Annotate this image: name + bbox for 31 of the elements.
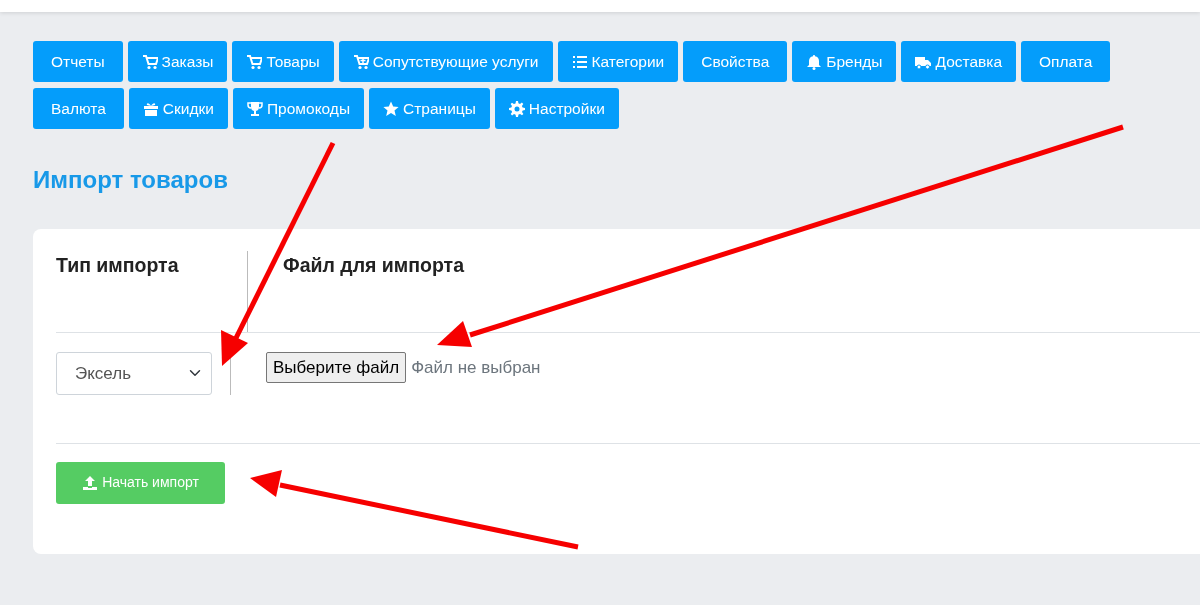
import-type-select[interactable]: Эксель <box>56 351 212 395</box>
list-icon <box>571 53 588 70</box>
nav-button[interactable]: Настройки <box>494 88 619 129</box>
nav-button[interactable]: Валюта <box>33 88 124 129</box>
nav-button[interactable]: Доставка <box>901 41 1017 82</box>
cart-icon <box>246 53 263 70</box>
bell-icon <box>806 53 823 70</box>
nav-button[interactable]: Категории <box>557 41 679 82</box>
nav-button[interactable]: Свойства <box>683 41 788 82</box>
start-import-button[interactable]: Начать импорт <box>56 461 225 504</box>
gift-icon <box>142 100 159 117</box>
trophy-icon <box>246 100 263 117</box>
upload-icon <box>82 474 99 491</box>
nav-button[interactable]: Товары <box>232 41 334 82</box>
nav-button[interactable]: Промокоды <box>232 88 365 129</box>
nav-button[interactable]: Сопутствующие услуги <box>338 41 553 82</box>
column-header: Файл для импорта <box>283 252 464 278</box>
nav-button[interactable]: Отчеты <box>33 41 123 82</box>
nav-button[interactable]: Заказы <box>127 41 228 82</box>
column-header: Тип импорта <box>56 252 180 278</box>
nav-button[interactable]: Оплата <box>1021 41 1111 82</box>
nav-button[interactable]: Страницы <box>369 88 490 129</box>
file-status: Файл не выбран <box>411 356 541 379</box>
settings-icon <box>508 100 525 117</box>
cart-icon <box>141 53 158 70</box>
page-title: Импорт товаров <box>33 166 229 195</box>
nav-button[interactable]: Скидки <box>128 88 228 129</box>
choose-file-button[interactable]: Выберите файл <box>266 351 407 384</box>
cart-plus-icon <box>352 53 369 70</box>
star-icon <box>383 100 400 117</box>
nav-button[interactable]: Бренды <box>792 41 897 82</box>
